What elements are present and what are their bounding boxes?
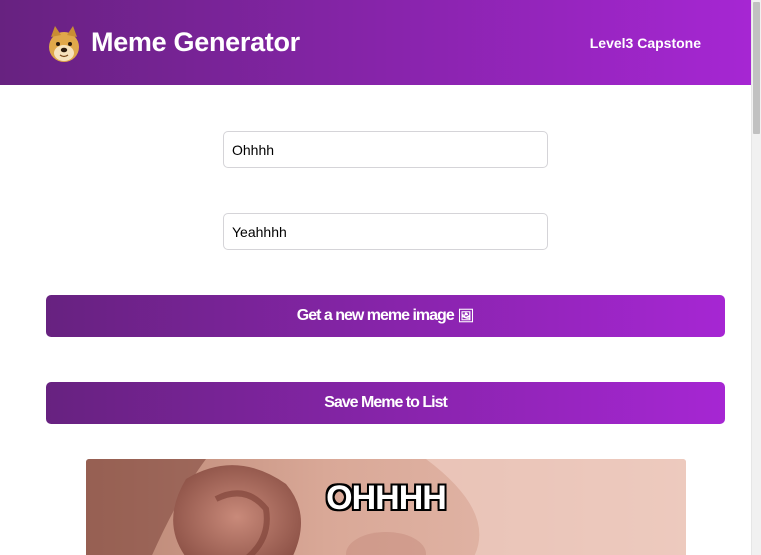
- meme-preview: Ohhhh: [86, 459, 686, 555]
- save-meme-button[interactable]: Save Meme to List: [46, 382, 725, 424]
- vertical-scrollbar[interactable]: [751, 0, 761, 555]
- meme-top-text: Ohhhh: [326, 479, 447, 517]
- frame-picture-icon: 🖼: [457, 308, 475, 323]
- app-subtitle: Level3 Capstone: [589, 34, 701, 51]
- meme-generator-app: Meme Generator Level3 Capstone Get a new…: [0, 0, 761, 555]
- new-meme-image-button[interactable]: Get a new meme image 🖼: [46, 295, 725, 337]
- app-title: Meme Generator: [91, 27, 300, 57]
- scrollbar-thumb[interactable]: [753, 2, 760, 134]
- app-header: Meme Generator Level3 Capstone: [0, 0, 751, 85]
- top-text-input[interactable]: [223, 131, 548, 168]
- save-meme-label: Save Meme to List: [324, 394, 448, 411]
- new-meme-image-label: Get a new meme image: [296, 307, 455, 324]
- doge-icon: [49, 25, 79, 62]
- bottom-text-input[interactable]: [223, 213, 548, 250]
